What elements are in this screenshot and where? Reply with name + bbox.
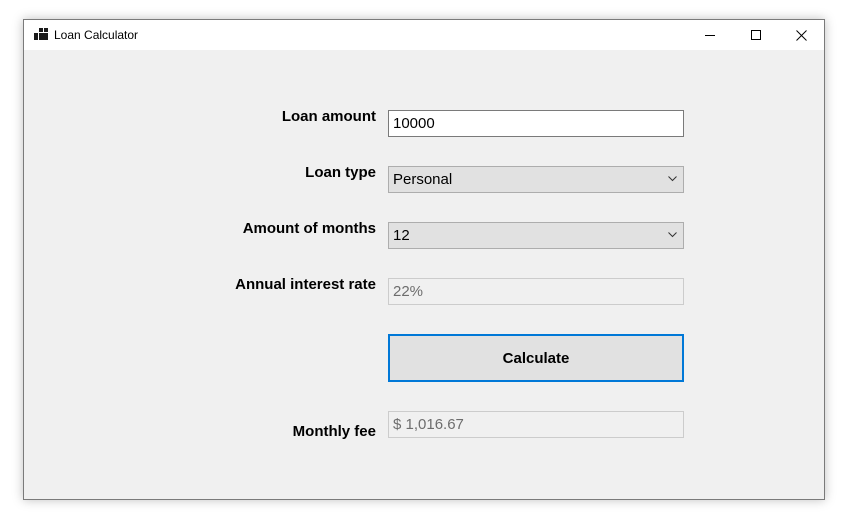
loan-type-label: Loan type <box>305 164 376 181</box>
loan-type-select[interactable]: Personal <box>388 166 684 193</box>
loan-calculator-window: Loan Calculator Loan amount 10000 Loan t… <box>23 19 825 500</box>
months-select[interactable]: 12 <box>388 222 684 249</box>
monthly-fee-label: Monthly fee <box>292 423 376 440</box>
close-icon <box>795 29 807 41</box>
loan-amount-value: 10000 <box>393 115 435 132</box>
form-area: Loan amount 10000 Loan type Personal Amo… <box>24 50 824 499</box>
chevron-down-icon <box>668 232 677 238</box>
interest-rate-field: 22% <box>388 278 684 305</box>
loan-type-value: Personal <box>393 171 453 188</box>
loan-amount-input[interactable]: 10000 <box>388 110 684 137</box>
maximize-icon <box>751 30 761 40</box>
app-icon <box>34 28 48 40</box>
months-label: Amount of months <box>242 220 376 237</box>
title-bar[interactable]: Loan Calculator <box>24 20 824 50</box>
monthly-fee-field: $ 1,016.67 <box>388 411 684 438</box>
minimize-button[interactable] <box>687 20 733 50</box>
close-button[interactable] <box>778 20 824 50</box>
interest-rate-label: Annual interest rate <box>235 276 376 293</box>
maximize-button[interactable] <box>733 20 779 50</box>
months-value: 12 <box>393 227 410 244</box>
interest-rate-value: 22% <box>393 283 424 300</box>
window-title: Loan Calculator <box>54 28 139 42</box>
chevron-down-icon <box>668 176 677 182</box>
calculate-button[interactable]: Calculate <box>388 334 684 382</box>
monthly-fee-value: $ 1,016.67 <box>393 416 464 433</box>
minimize-icon <box>705 35 715 36</box>
loan-amount-label: Loan amount <box>281 108 376 125</box>
